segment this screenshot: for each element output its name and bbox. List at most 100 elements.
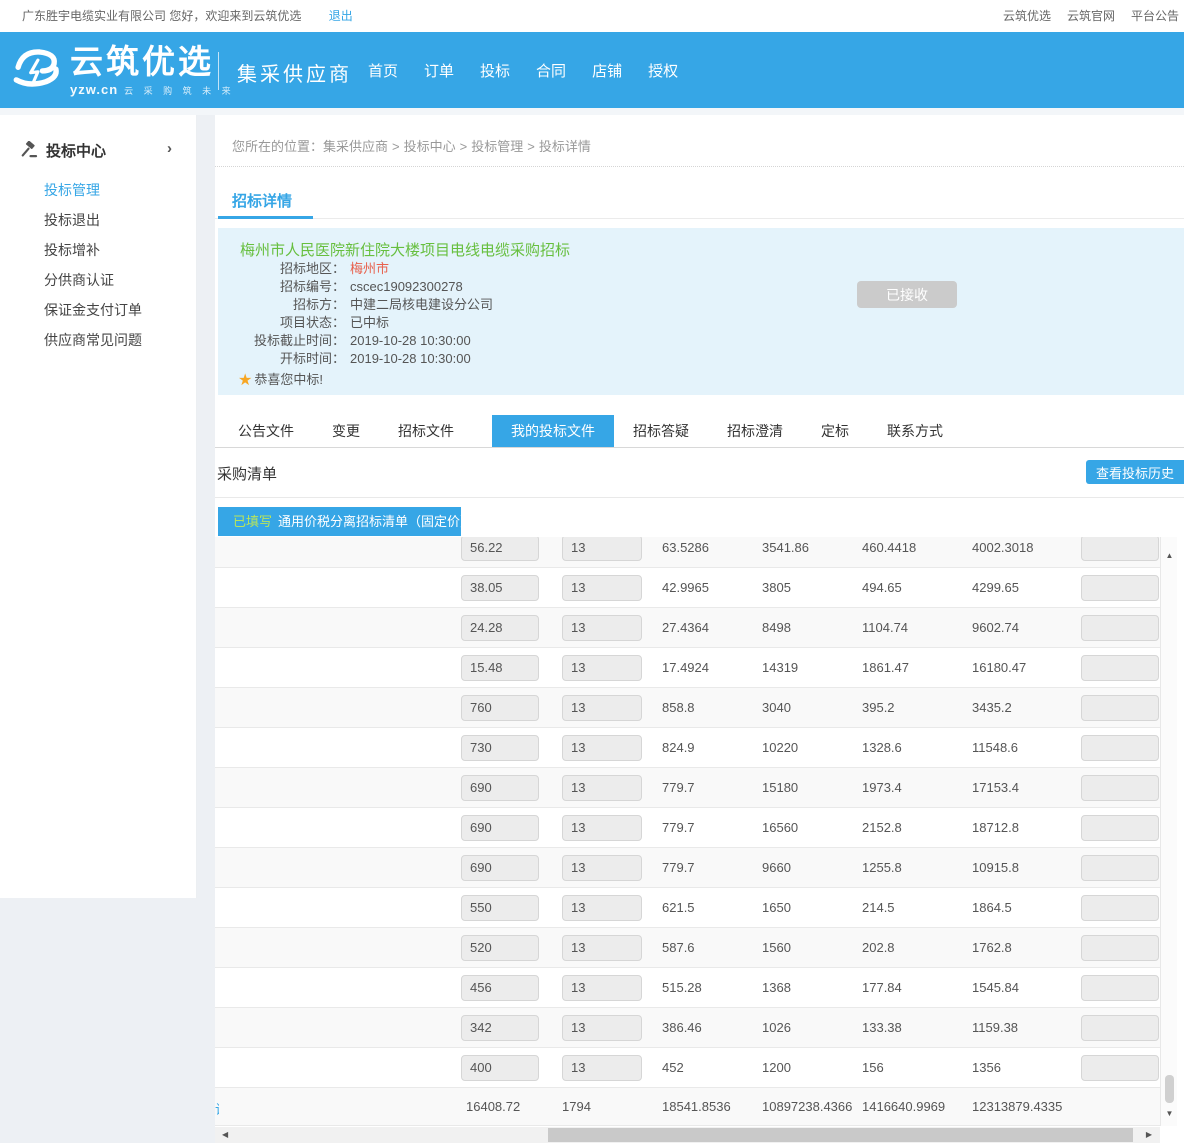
breadcrumb-item[interactable]: 集采供应商	[323, 139, 388, 154]
tax-rate-input[interactable]: 13	[562, 895, 642, 921]
tax-rate-input[interactable]: 13	[562, 655, 642, 681]
empty-input[interactable]	[1081, 895, 1159, 921]
view-bid-history-button[interactable]: 查看投标历史	[1086, 460, 1184, 484]
sidebar-item[interactable]: 投标管理	[0, 175, 196, 205]
empty-input[interactable]	[1081, 655, 1159, 681]
detail-tab-item[interactable]: 我的投标文件	[492, 415, 614, 447]
received-button[interactable]: 已接收	[857, 281, 957, 308]
project-field: 开标时间：2019-10-28 10:30:00	[218, 350, 493, 368]
table-row: 52013587.61560202.81762.8	[215, 928, 1160, 968]
unit-price-input[interactable]: 15.48	[461, 655, 539, 681]
empty-input[interactable]	[1081, 855, 1159, 881]
detail-tab-item[interactable]: 联系方式	[887, 415, 943, 447]
empty-input[interactable]	[1081, 1015, 1159, 1041]
empty-input[interactable]	[1081, 975, 1159, 1001]
scroll-left-arrow-icon[interactable]: ◀	[222, 1127, 228, 1143]
tax-rate-input[interactable]: 13	[562, 615, 642, 641]
detail-tab-item[interactable]: 定标	[821, 415, 849, 447]
main-nav-item[interactable]: 投标	[480, 60, 510, 81]
tax-rate-input[interactable]: 13	[562, 575, 642, 601]
main-nav-item[interactable]: 订单	[424, 60, 454, 81]
unit-price-input[interactable]: 760	[461, 695, 539, 721]
field-label: 投标截止时间：	[218, 332, 345, 350]
sidebar-item[interactable]: 保证金支付订单	[0, 295, 196, 325]
empty-input[interactable]	[1081, 815, 1159, 841]
table-row: 69013779.7165602152.818712.8	[215, 808, 1160, 848]
detail-tab-item[interactable]: 招标文件	[398, 415, 454, 447]
unit-price-input[interactable]: 38.05	[461, 575, 539, 601]
tax-rate-input[interactable]: 13	[562, 1015, 642, 1041]
horizontal-scroll-thumb[interactable]	[548, 1128, 1133, 1142]
empty-input[interactable]	[1081, 575, 1159, 601]
empty-input[interactable]	[1081, 695, 1159, 721]
field-value: 梅州市	[350, 261, 389, 276]
amount-with-tax-cell: 9602.74	[972, 620, 1019, 635]
brand-subline: yzw.cn云 采 购 筑 未 来	[70, 82, 235, 97]
detail-tab-item[interactable]: 招标答疑	[633, 415, 689, 447]
topbar-link[interactable]: 平台公告	[1131, 9, 1179, 23]
empty-input[interactable]	[1081, 735, 1159, 761]
main-nav-item[interactable]: 合同	[536, 60, 566, 81]
unit-price-input[interactable]: 56.22	[461, 537, 539, 561]
sidebar-item[interactable]: 分供商认证	[0, 265, 196, 295]
chevron-right-icon[interactable]: ›	[167, 140, 172, 157]
scroll-up-arrow-icon[interactable]: ▲	[1161, 551, 1178, 560]
unit-price-input[interactable]: 690	[461, 855, 539, 881]
breadcrumb-item[interactable]: 投标中心	[404, 139, 456, 154]
tax-amount-cell: 214.5	[862, 900, 895, 915]
tax-rate-input[interactable]: 13	[562, 975, 642, 1001]
empty-input[interactable]	[1081, 615, 1159, 641]
tax-rate-input[interactable]: 13	[562, 815, 642, 841]
star-icon: ★	[238, 372, 252, 389]
unit-price-input[interactable]: 690	[461, 815, 539, 841]
brand-domain: yzw.cn	[70, 82, 118, 97]
tab-bid-detail[interactable]: 招标详情	[232, 190, 292, 211]
active-tab-underline	[218, 216, 313, 219]
topbar-link[interactable]: 云筑优选	[1003, 9, 1051, 23]
totals-amount-with-tax: 12313879.4335	[972, 1099, 1062, 1114]
unit-price-input[interactable]: 730	[461, 735, 539, 761]
tax-rate-input[interactable]: 13	[562, 935, 642, 961]
breadcrumb-item[interactable]: 投标详情	[539, 139, 591, 154]
unit-price-input[interactable]: 342	[461, 1015, 539, 1041]
empty-input[interactable]	[1081, 775, 1159, 801]
empty-input[interactable]	[1081, 1055, 1159, 1081]
screen: 广东胜宇电缆实业有限公司 您好，欢迎来到云筑优选 退出 云筑优选云筑官网平台公告…	[0, 0, 1184, 1143]
detail-tab-item[interactable]: 变更	[332, 415, 360, 447]
detail-tab-item[interactable]: 招标澄清	[727, 415, 783, 447]
sidebar-item[interactable]: 投标退出	[0, 205, 196, 235]
tax-rate-input[interactable]: 13	[562, 695, 642, 721]
unit-price-input[interactable]: 690	[461, 775, 539, 801]
vertical-scroll-thumb[interactable]	[1165, 1075, 1174, 1103]
congrats-text: 恭喜您中标!	[254, 372, 323, 387]
unit-price-input[interactable]: 400	[461, 1055, 539, 1081]
detail-tab-item[interactable]: 公告文件	[238, 415, 294, 447]
tax-rate-input[interactable]: 13	[562, 855, 642, 881]
sidebar-item[interactable]: 供应商常见问题	[0, 325, 196, 355]
unit-price-input[interactable]: 550	[461, 895, 539, 921]
vertical-scrollbar[interactable]: ▲ ▼	[1160, 537, 1177, 1126]
horizontal-scrollbar[interactable]: ◀ ▶	[215, 1127, 1160, 1143]
tax-rate-input[interactable]: 13	[562, 537, 642, 561]
main-nav-item[interactable]: 授权	[648, 60, 678, 81]
main-nav-item[interactable]: 店铺	[592, 60, 622, 81]
tax-rate-input[interactable]: 13	[562, 775, 642, 801]
logout-link[interactable]: 退出	[329, 9, 353, 23]
scroll-right-arrow-icon[interactable]: ▶	[1146, 1127, 1152, 1143]
sidebar-header[interactable]: 投标中心 ›	[0, 133, 196, 167]
unit-price-input[interactable]: 24.28	[461, 615, 539, 641]
breadcrumb-path: 集采供应商>投标中心>投标管理>投标详情	[323, 139, 591, 154]
sidebar-item[interactable]: 投标增补	[0, 235, 196, 265]
empty-input[interactable]	[1081, 537, 1159, 561]
main-nav-item[interactable]: 首页	[368, 60, 398, 81]
amount-cell: 10220	[762, 740, 798, 755]
breadcrumb-item[interactable]: 投标管理	[471, 139, 523, 154]
unit-price-input[interactable]: 520	[461, 935, 539, 961]
tax-rate-input[interactable]: 13	[562, 735, 642, 761]
price-list-tab[interactable]: 已填写通用价税分离招标清单（固定价）	[218, 507, 461, 536]
tax-rate-input[interactable]: 13	[562, 1055, 642, 1081]
unit-price-input[interactable]: 456	[461, 975, 539, 1001]
scroll-down-arrow-icon[interactable]: ▼	[1161, 1109, 1178, 1118]
topbar-link[interactable]: 云筑官网	[1067, 9, 1115, 23]
empty-input[interactable]	[1081, 935, 1159, 961]
